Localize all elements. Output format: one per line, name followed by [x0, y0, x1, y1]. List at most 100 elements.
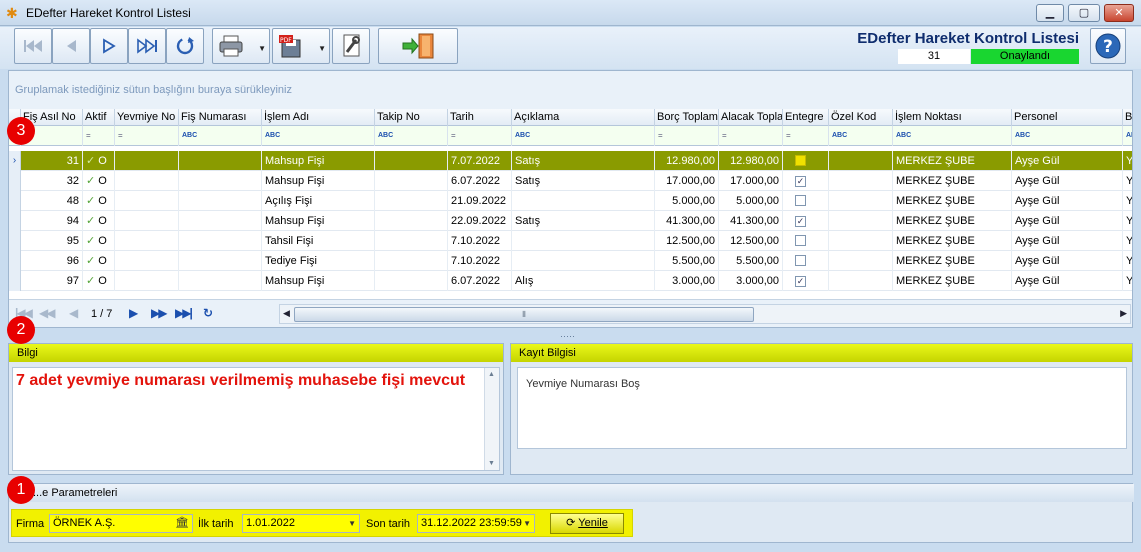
cell-alacak[interactable]: 41.300,00	[719, 211, 783, 231]
cell-islem-noktasi[interactable]: MERKEZ ŞUBE	[893, 251, 1012, 271]
filter-yevmiye-no[interactable]: =	[115, 126, 179, 146]
cell-islem-noktasi[interactable]: MERKEZ ŞUBE	[893, 191, 1012, 211]
filter-aciklama[interactable]: ABC	[512, 126, 655, 146]
table-row[interactable]: 96 ✓ O Tediye Fişi 7.10.2022 5.500,00 5.500,0…	[9, 251, 1132, 271]
nav-next-icon[interactable]: ▶	[129, 306, 138, 320]
nav-prev-page-icon[interactable]: ◀◀	[39, 306, 56, 320]
cell-fis-numarasi[interactable]	[179, 151, 262, 171]
col-islem-adi[interactable]: İşlem Adı	[262, 109, 375, 126]
cell-fis-asil-no[interactable]: 95	[21, 231, 83, 251]
cell-borc[interactable]: 5.500,00	[655, 251, 719, 271]
cell-yevmiye-no[interactable]	[115, 171, 179, 191]
cell-fis-asil-no[interactable]: 96	[21, 251, 83, 271]
nav-refresh-icon[interactable]: ↻	[203, 306, 213, 320]
refresh-button[interactable]	[166, 28, 204, 64]
cell-aciklama[interactable]	[512, 231, 655, 251]
cell-islem-noktasi[interactable]: MERKEZ ŞUBE	[893, 171, 1012, 191]
cell-islem-noktasi[interactable]: MERKEZ ŞUBE	[893, 151, 1012, 171]
filter-personel[interactable]: ABC	[1012, 126, 1123, 146]
cell-entegre[interactable]: ✓	[783, 271, 829, 291]
cell-entegre[interactable]: ✓	[783, 171, 829, 191]
cell-alacak[interactable]: 5.000,00	[719, 191, 783, 211]
cell-yevmiye-no[interactable]	[115, 271, 179, 291]
cell-islem-noktasi[interactable]: MERKEZ ŞUBE	[893, 211, 1012, 231]
col-borc-toplami[interactable]: Borç Toplamı	[655, 109, 719, 126]
scroll-thumb[interactable]: ⦀	[294, 307, 754, 322]
table-row[interactable]: 32 ✓ O Mahsup Fişi 6.07.2022 Satış 17.000,00 1…	[9, 171, 1132, 191]
cell-tarih[interactable]: 7.07.2022	[448, 151, 512, 171]
cell-personel[interactable]: Ayşe Gül	[1012, 211, 1123, 231]
settings-button[interactable]	[332, 28, 370, 64]
table-row[interactable]: › 31 ✓ O Mahsup Fişi 7.07.2022 Satış 12.980,00…	[9, 151, 1132, 171]
filter-borc[interactable]: =	[655, 126, 719, 146]
filter-islem-adi[interactable]: ABC	[262, 126, 375, 146]
cell-personel[interactable]: Ayşe Gül	[1012, 171, 1123, 191]
cell-alacak[interactable]: 12.980,00	[719, 151, 783, 171]
cell-bi[interactable]: Ye	[1123, 231, 1132, 251]
cell-entegre[interactable]	[783, 191, 829, 211]
table-row[interactable]: 94 ✓ O Mahsup Fişi 22.09.2022 Satış 41.300,00…	[9, 211, 1132, 231]
cell-bi[interactable]: Ye	[1123, 251, 1132, 271]
cell-borc[interactable]: 5.000,00	[655, 191, 719, 211]
col-bi[interactable]: Bi	[1123, 109, 1132, 126]
col-takip-no[interactable]: Takip No	[375, 109, 448, 126]
panel-splitter[interactable]: ·····	[560, 331, 575, 341]
firma-input[interactable]: ÖRNEK A.Ş. 🏛	[49, 514, 193, 533]
cell-takip-no[interactable]	[375, 211, 448, 231]
cell-personel[interactable]: Ayşe Gül	[1012, 151, 1123, 171]
chevron-down-icon[interactable]: ▼	[348, 515, 356, 532]
cell-yevmiye-no[interactable]	[115, 251, 179, 271]
minimize-button[interactable]: ▁	[1036, 4, 1064, 22]
cell-alacak[interactable]: 5.500,00	[719, 251, 783, 271]
col-ozel-kod[interactable]: Özel Kod	[829, 109, 893, 126]
cell-islem-noktasi[interactable]: MERKEZ ŞUBE	[893, 231, 1012, 251]
filter-fis-numarasi[interactable]: ABC	[179, 126, 262, 146]
cell-aktif[interactable]: ✓ O	[83, 251, 115, 271]
nav-prev-icon[interactable]: ◀	[69, 306, 78, 320]
cell-aciklama[interactable]: Satış	[512, 171, 655, 191]
cell-tarih[interactable]: 22.09.2022	[448, 211, 512, 231]
col-entegre[interactable]: Entegre	[783, 109, 829, 126]
cell-aktif[interactable]: ✓ O	[83, 211, 115, 231]
cell-entegre[interactable]	[783, 151, 829, 171]
row-indicator[interactable]	[9, 191, 21, 211]
cell-fis-asil-no[interactable]: 31	[21, 151, 83, 171]
cell-entegre[interactable]: ✓	[783, 211, 829, 231]
cell-borc[interactable]: 3.000,00	[655, 271, 719, 291]
cell-aktif[interactable]: ✓ O	[83, 151, 115, 171]
entegre-checkbox[interactable]	[795, 195, 806, 206]
filter-takip-no[interactable]: ABC	[375, 126, 448, 146]
col-yevmiye-no[interactable]: Yevmiye No	[115, 109, 179, 126]
horizontal-scrollbar[interactable]: ◀ ⦀ ▶	[279, 304, 1131, 324]
cell-fis-numarasi[interactable]	[179, 191, 262, 211]
cell-ozel-kod[interactable]	[829, 231, 893, 251]
cell-islem-adi[interactable]: Tahsil Fişi	[262, 231, 375, 251]
cell-fis-asil-no[interactable]: 48	[21, 191, 83, 211]
cell-ozel-kod[interactable]	[829, 171, 893, 191]
first-record-button[interactable]	[14, 28, 52, 64]
col-personel[interactable]: Personel	[1012, 109, 1123, 126]
cell-personel[interactable]: Ayşe Gül	[1012, 191, 1123, 211]
filter-aktif[interactable]: =	[83, 126, 115, 146]
cell-personel[interactable]: Ayşe Gül	[1012, 251, 1123, 271]
cell-fis-numarasi[interactable]	[179, 171, 262, 191]
col-islem-noktasi[interactable]: İşlem Noktası	[893, 109, 1012, 126]
table-row[interactable]: 95 ✓ O Tahsil Fişi 7.10.2022 12.500,00 12.500…	[9, 231, 1132, 251]
exit-button[interactable]	[378, 28, 458, 64]
row-indicator[interactable]	[9, 271, 21, 291]
maximize-button[interactable]: ▢	[1068, 4, 1100, 22]
cell-takip-no[interactable]	[375, 151, 448, 171]
row-indicator[interactable]	[9, 231, 21, 251]
cell-borc[interactable]: 41.300,00	[655, 211, 719, 231]
cell-tarih[interactable]: 7.10.2022	[448, 231, 512, 251]
entegre-checkbox[interactable]: ✓	[795, 216, 806, 227]
scroll-right-icon[interactable]: ▶	[1120, 308, 1127, 319]
cell-tarih[interactable]: 6.07.2022	[448, 271, 512, 291]
cell-islem-adi[interactable]: Açılış Fişi	[262, 191, 375, 211]
cell-islem-adi[interactable]: Mahsup Fişi	[262, 151, 375, 171]
cell-tarih[interactable]: 21.09.2022	[448, 191, 512, 211]
cell-yevmiye-no[interactable]	[115, 231, 179, 251]
cell-personel[interactable]: Ayşe Gül	[1012, 271, 1123, 291]
cell-aciklama[interactable]	[512, 191, 655, 211]
cell-islem-adi[interactable]: Mahsup Fişi	[262, 211, 375, 231]
